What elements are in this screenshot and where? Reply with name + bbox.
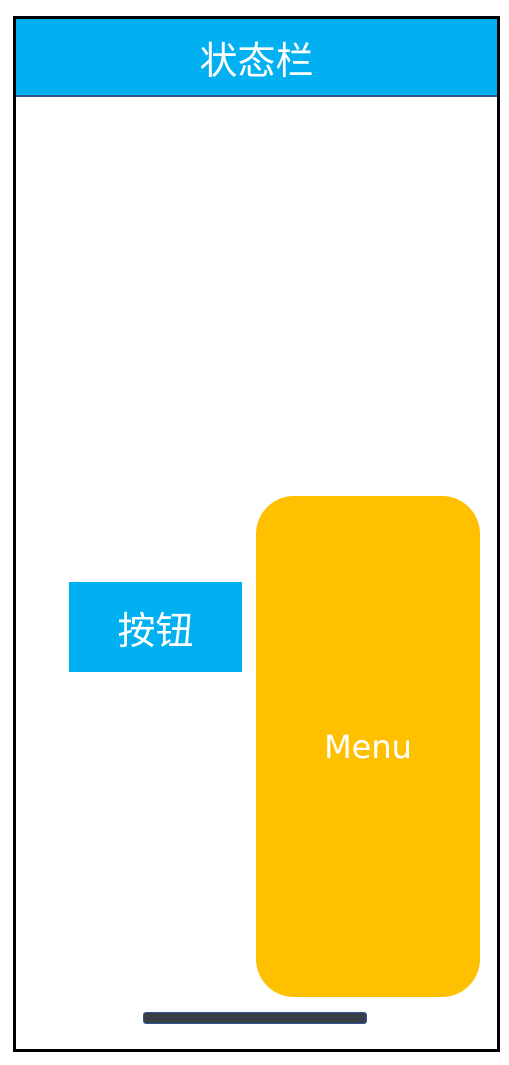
status-bar-label: 状态栏 (199, 38, 314, 83)
status-bar: 状态栏 (16, 19, 497, 97)
primary-button[interactable]: 按钮 (69, 582, 242, 672)
phone-frame: 状态栏 按钮 Menu (13, 16, 500, 1052)
menu-label: Menu (324, 727, 412, 766)
primary-button-label: 按钮 (117, 608, 194, 653)
home-indicator[interactable] (143, 1012, 367, 1024)
menu-panel[interactable]: Menu (256, 496, 480, 997)
